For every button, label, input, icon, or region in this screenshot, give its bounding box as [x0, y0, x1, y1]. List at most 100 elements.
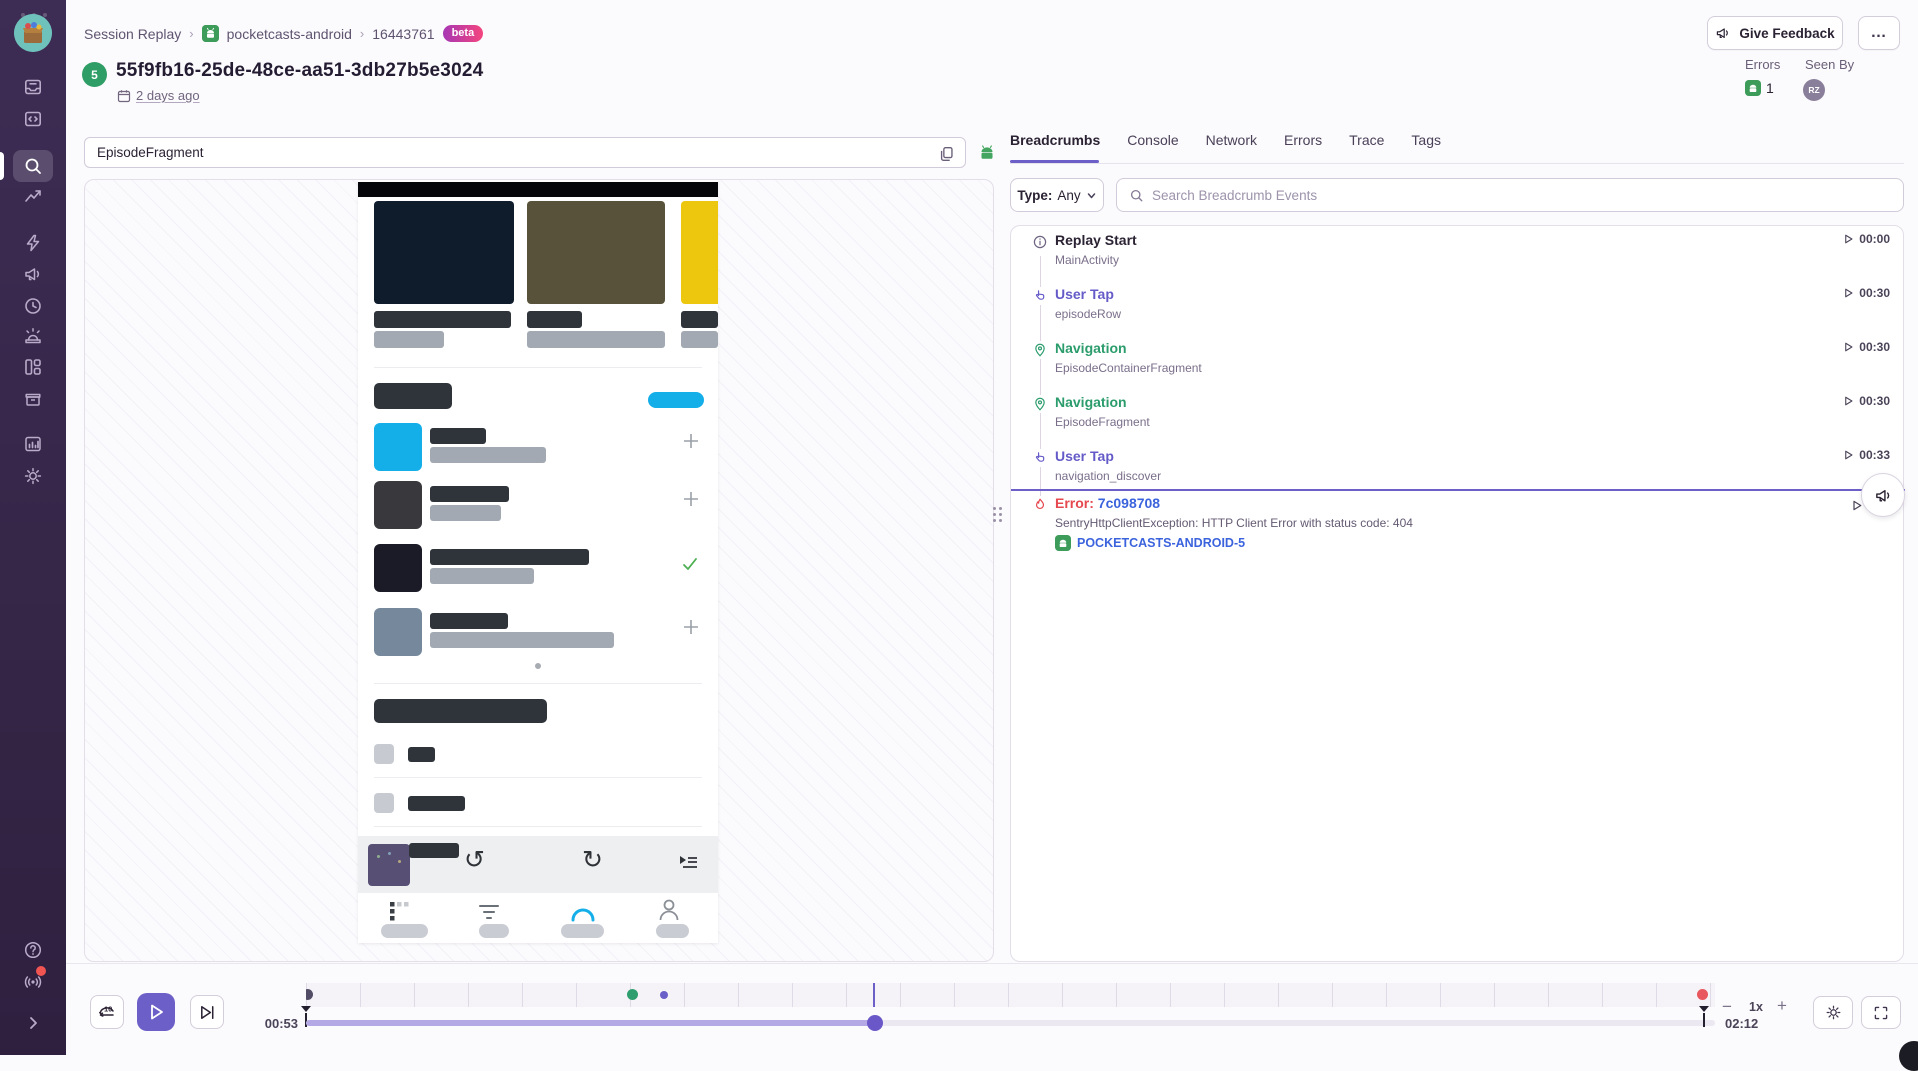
mini-player: ↺ ↻ [358, 836, 718, 893]
play-button[interactable] [137, 993, 175, 1031]
issue-link[interactable]: POCKETCASTS-ANDROID-5 [1055, 535, 1245, 551]
skeleton-card [681, 201, 718, 304]
event-row-navigation[interactable]: Navigation EpisodeFragment 00:30 [1011, 391, 1905, 445]
help-icon[interactable] [23, 940, 43, 960]
timeline-event-dot-tap [660, 991, 668, 999]
event-row-error[interactable]: Error: 7c098708 SentryHttpClientExceptio… [1011, 492, 1905, 584]
event-subtitle: episodeRow [1055, 307, 1121, 321]
phone-status-bar [358, 182, 718, 197]
replay-dom-search [84, 137, 966, 168]
corner-widget[interactable] [1899, 1041, 1918, 1071]
tab-network[interactable]: Network [1206, 132, 1257, 162]
divider [374, 777, 702, 778]
skeleton-bar [374, 331, 444, 348]
timeline-event-dot-navigation [627, 989, 638, 1000]
copy-icon[interactable] [938, 145, 956, 163]
timeline-zoom-in-button[interactable]: + [1777, 996, 1787, 1016]
event-jump-button[interactable]: 00:30 [1843, 340, 1890, 354]
tab-errors[interactable]: Errors [1284, 132, 1322, 162]
sidebar-item-issues[interactable] [23, 77, 43, 97]
sidebar-item-replays[interactable] [23, 296, 43, 316]
android-project-icon [202, 25, 219, 42]
event-jump-button[interactable]: 00:00 [1843, 232, 1890, 246]
give-feedback-button[interactable]: Give Feedback [1707, 16, 1843, 50]
event-jump-button[interactable]: 00:30 [1843, 286, 1890, 300]
tab-console[interactable]: Console [1127, 132, 1178, 162]
event-time: 00:33 [1859, 448, 1890, 462]
seen-by-avatar: RZ [1803, 79, 1825, 101]
breadcrumb-replay-id: 16443761 [372, 26, 434, 42]
location-pin-icon [1031, 341, 1049, 359]
profile-tab-icon [658, 898, 680, 922]
seek-bar[interactable] [306, 1020, 1715, 1026]
sidebar-item-settings[interactable] [23, 466, 43, 486]
replay-search-input[interactable] [85, 138, 965, 167]
sidebar-item-feedback[interactable] [23, 264, 43, 284]
breadcrumb-session-replay[interactable]: Session Replay [84, 26, 181, 42]
sidebar-item-dashboards[interactable] [23, 357, 43, 377]
skeleton-thumb [374, 544, 422, 592]
calendar-icon [117, 89, 131, 103]
error-id-link[interactable]: 7c098708 [1098, 495, 1160, 511]
page-indicator-dot [535, 663, 541, 669]
event-row-replay-start[interactable]: Replay Start MainActivity 00:00 [1011, 229, 1905, 283]
panel-resize-handle[interactable] [993, 507, 1003, 529]
active-tab-underline [1010, 160, 1099, 163]
org-avatar-art [14, 14, 52, 52]
event-title: Replay Start [1055, 232, 1137, 248]
event-jump-button[interactable]: 00:33 [1843, 448, 1890, 462]
fire-icon [1031, 496, 1049, 514]
sidebar-item-releases[interactable] [23, 388, 43, 408]
filters-tab-icon [478, 904, 500, 922]
sidebar [0, 0, 66, 1055]
fullscreen-icon [1873, 1005, 1889, 1021]
breadcrumb-separator: › [360, 26, 364, 41]
breadcrumb-project[interactable]: pocketcasts-android [227, 26, 352, 42]
fullscreen-button[interactable] [1861, 996, 1901, 1029]
skeleton-bar [409, 843, 459, 858]
event-subtitle: EpisodeFragment [1055, 415, 1150, 429]
sidebar-item-projects[interactable] [23, 109, 43, 129]
info-icon [1031, 233, 1049, 251]
sidebar-item-insights[interactable] [23, 233, 43, 253]
event-time: 00:30 [1859, 340, 1890, 354]
player-settings-button[interactable] [1813, 996, 1853, 1029]
seek-handle[interactable] [867, 1015, 883, 1031]
breadcrumb-separator: › [189, 26, 193, 41]
sidebar-item-alerts[interactable] [23, 326, 43, 346]
replay-viewport: ↺ ↻ [84, 179, 994, 962]
sidebar-item-stats[interactable] [23, 434, 43, 454]
sidebar-expand-chevron[interactable] [23, 1013, 43, 1033]
playback-speed-label: 1x [1749, 1000, 1763, 1014]
feedback-fab-button[interactable] [1861, 473, 1905, 517]
event-row-user-tap[interactable]: User Tap episodeRow 00:30 [1011, 283, 1905, 337]
android-project-icon [1745, 80, 1761, 96]
event-jump-button[interactable]: 00:30 [1843, 394, 1890, 408]
duration-time: 02:12 [1725, 1016, 1758, 1031]
give-feedback-label: Give Feedback [1739, 26, 1834, 41]
org-avatar[interactable] [14, 14, 52, 52]
seek-end-marker [1699, 1006, 1709, 1012]
check-icon [680, 554, 700, 574]
tab-tags[interactable]: Tags [1411, 132, 1441, 162]
breadcrumb-search-input[interactable] [1152, 188, 1891, 203]
tab-breadcrumbs[interactable]: Breadcrumbs [1010, 132, 1100, 162]
errors-count[interactable]: 1 [1745, 80, 1774, 96]
timeline-ruler[interactable] [306, 983, 1715, 1007]
rewind-10s-button[interactable]: 10 [90, 995, 124, 1029]
event-row-navigation[interactable]: Navigation EpisodeContainerFragment 00:3… [1011, 337, 1905, 391]
skeleton-bar [408, 747, 435, 762]
skip-to-end-button[interactable] [190, 995, 224, 1029]
sidebar-item-trends[interactable] [23, 186, 43, 206]
plus-icon [682, 618, 700, 636]
replay-timestamp: 2 days ago [117, 88, 200, 103]
skeleton-card [374, 201, 514, 304]
timeline-zoom-out-button[interactable]: − [1722, 997, 1732, 1017]
timeline-playhead [873, 983, 875, 1007]
type-filter-dropdown[interactable]: Type: Any [1010, 178, 1104, 212]
sidebar-item-explore[interactable] [23, 156, 43, 176]
tap-icon [1031, 449, 1049, 467]
tab-trace[interactable]: Trace [1349, 132, 1384, 162]
more-options-button[interactable]: … [1858, 16, 1900, 50]
player-bar: 10 00:53 − 1x + 02:12 [66, 963, 1918, 1055]
